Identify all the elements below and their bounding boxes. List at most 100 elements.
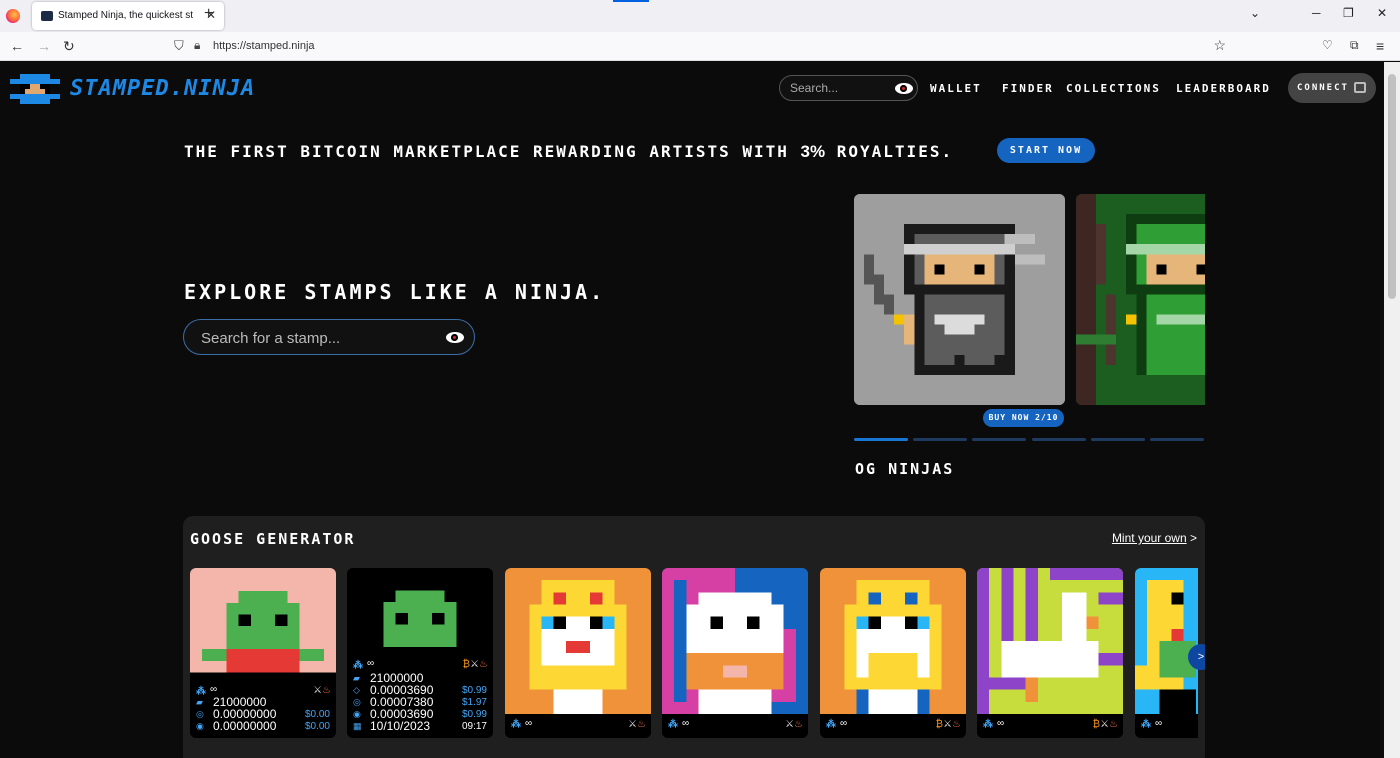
featured-carousel[interactable]	[854, 194, 1205, 412]
reload-icon[interactable]: ↻	[63, 38, 75, 55]
supply-icon: ▰	[353, 673, 360, 683]
buy-now-button[interactable]: BUY NOW 2/10	[983, 409, 1064, 427]
ninja-star-icon: ⁂	[353, 660, 363, 671]
stamp-card[interactable]: ⁂ ∞ ⚔♨ ▰ 21000000 ◎ 0.00000000 $0.00 ◉ 0.000…	[190, 568, 336, 738]
nav-finder[interactable]: FINDER	[1002, 82, 1054, 95]
connect-button[interactable]: CONNECT	[1288, 73, 1376, 103]
bookmark-star-icon[interactable]: ☆	[1213, 37, 1226, 54]
swords-icon: ⚔	[785, 719, 795, 730]
stat-row: ▦ 10/10/2023 09:17	[347, 720, 493, 732]
bitcoin-icon: ₿	[935, 719, 944, 730]
tab-drag-indicator	[613, 0, 649, 2]
header-search[interactable]	[779, 75, 918, 101]
status-badges: ₿⚔♨	[463, 659, 488, 670]
frog-stamp-art	[190, 568, 336, 684]
firefox-icon	[6, 9, 20, 23]
mint-price-icon: ◇	[353, 685, 360, 695]
stamp-card[interactable]: ⁂ ∞ ⚔♨	[505, 568, 651, 738]
fire-icon: ♨	[794, 719, 803, 730]
fire-icon: ♨	[479, 659, 488, 670]
shield-icon[interactable]: ⛉	[174, 38, 184, 54]
swords-icon: ⚔	[1100, 719, 1110, 730]
carousel-dot[interactable]	[972, 438, 1026, 441]
fire-icon: ♨	[952, 719, 961, 730]
carousel-indicators	[854, 438, 1205, 441]
nav-collections[interactable]: COLLECTIONS	[1066, 82, 1161, 95]
new-tab-button[interactable]: +	[204, 5, 213, 23]
stamp-card-row[interactable]: ⁂ ∞ ⚔♨ ▰ 21000000 ◎ 0.00000000 $0.00 ◉ 0.000…	[190, 568, 1198, 738]
fire-icon: ♨	[1109, 719, 1118, 730]
stamp-search[interactable]	[183, 319, 475, 355]
supply-value: ∞	[1155, 718, 1163, 729]
browser-tab-bar: Stamped Ninja, the quickest st ✕ + ⌄ ─ ❐…	[0, 0, 1400, 32]
supply-value: ∞	[367, 658, 375, 669]
mint-your-own-link[interactable]: Mint your own >	[1112, 531, 1197, 545]
page-scrollbar[interactable]	[1384, 62, 1400, 758]
swords-icon: ⚔	[943, 719, 953, 730]
mint-link-label[interactable]: Mint your own	[1112, 531, 1187, 545]
bitcoin-icon: ₿	[462, 659, 471, 670]
close-window-button[interactable]: ✕	[1377, 6, 1387, 20]
minimize-button[interactable]: ─	[1312, 6, 1321, 20]
card-footer: ⁂ ∞ ⚔♨	[662, 714, 808, 738]
lock-icon[interactable]: 🔒︎	[194, 38, 200, 53]
status-badges: ⚔♨	[785, 719, 803, 730]
slide-og-ninja-grey[interactable]	[854, 194, 1065, 405]
ninja-star-icon: ⁂	[983, 719, 993, 730]
frog-stamp-art	[347, 568, 493, 658]
nav-wallet[interactable]: WALLET	[930, 82, 982, 95]
scrollbar-thumb[interactable]	[1388, 74, 1396, 299]
buy-now-label: BUY NOW	[988, 413, 1030, 422]
carousel-dot[interactable]	[1150, 438, 1204, 441]
stamp-search-input[interactable]	[201, 329, 431, 347]
collection-name[interactable]: OG NINJAS	[855, 460, 954, 478]
carousel-dot[interactable]	[913, 438, 967, 441]
stat-time: 09:17	[461, 721, 487, 732]
connect-label: CONNECT	[1297, 83, 1349, 93]
calendar-icon: ▦	[353, 721, 362, 731]
stamp-card[interactable]: ⁂ ∞ ₿⚔♨ ▰ 21000000 ◇ 0.00003690 $0.99 ◎ 0.00…	[347, 568, 493, 738]
extensions-icon[interactable]: ⧉	[1350, 38, 1359, 53]
start-now-button[interactable]: START NOW	[997, 138, 1095, 163]
stamp-card[interactable]: ⁂ ∞ ₿⚔♨	[977, 568, 1123, 738]
brand-name[interactable]: STAMPED.NINJA	[70, 76, 255, 101]
url-text[interactable]: https://stamped.ninja	[213, 40, 315, 52]
stamp-card[interactable]: ⁂ ∞ ₿⚔♨	[820, 568, 966, 738]
stamp-card[interactable]: ⁂ ∞ ⚔♨	[662, 568, 808, 738]
restore-button[interactable]: ❐	[1343, 6, 1354, 20]
nav-leaderboard[interactable]: LEADERBOARD	[1176, 82, 1271, 95]
carousel-dot[interactable]	[854, 438, 908, 441]
tab-title: Stamped Ninja, the quickest st	[58, 10, 194, 21]
status-badges: ₿⚔♨	[936, 719, 961, 730]
card-footer: ⁂ ∞ ₿⚔♨	[820, 714, 966, 738]
carousel-dot[interactable]	[1091, 438, 1145, 441]
tab-list-icon[interactable]: ⌄	[1250, 6, 1260, 20]
status-badges: ₿⚔♨	[1093, 719, 1118, 730]
carousel-dot[interactable]	[1032, 438, 1086, 441]
swords-icon: ⚔	[470, 659, 480, 670]
last-price-icon: ◉	[196, 721, 204, 731]
eye-icon[interactable]	[895, 83, 913, 94]
card-footer: ⁂ ∞	[1135, 714, 1198, 738]
slide-og-ninja-green[interactable]	[1076, 194, 1205, 405]
section-title: GOOSE GENERATOR	[190, 530, 356, 548]
goose-stamp-art	[1135, 568, 1198, 714]
supply-value: ∞	[210, 684, 218, 695]
card-footer: ⁂ ∞ ₿⚔♨	[977, 714, 1123, 738]
menu-icon[interactable]: ≡	[1376, 38, 1384, 54]
stat-value: 0.00000000	[213, 719, 277, 733]
page: STAMPED.NINJA WALLET FINDER COLLECTIONS …	[0, 62, 1384, 758]
ninja-star-icon: ⁂	[511, 719, 521, 730]
url-bar[interactable]: ⛉ 🔒︎ https://stamped.ninja ☆	[166, 35, 1236, 58]
tagline-bold: 3%	[800, 142, 826, 161]
ninja-star-icon: ⁂	[668, 719, 678, 730]
pocket-icon[interactable]: ♡	[1322, 38, 1333, 52]
header-search-input[interactable]	[790, 80, 890, 96]
browser-tab[interactable]: Stamped Ninja, the quickest st ✕	[32, 2, 224, 30]
forward-arrow-icon[interactable]: →	[37, 38, 51, 54]
eye-icon[interactable]	[446, 332, 464, 343]
back-arrow-icon[interactable]: ←	[10, 38, 24, 54]
stat-usd: $0.00	[304, 721, 330, 732]
ninja-logo-icon[interactable]	[10, 74, 60, 104]
swords-icon: ⚔	[628, 719, 638, 730]
